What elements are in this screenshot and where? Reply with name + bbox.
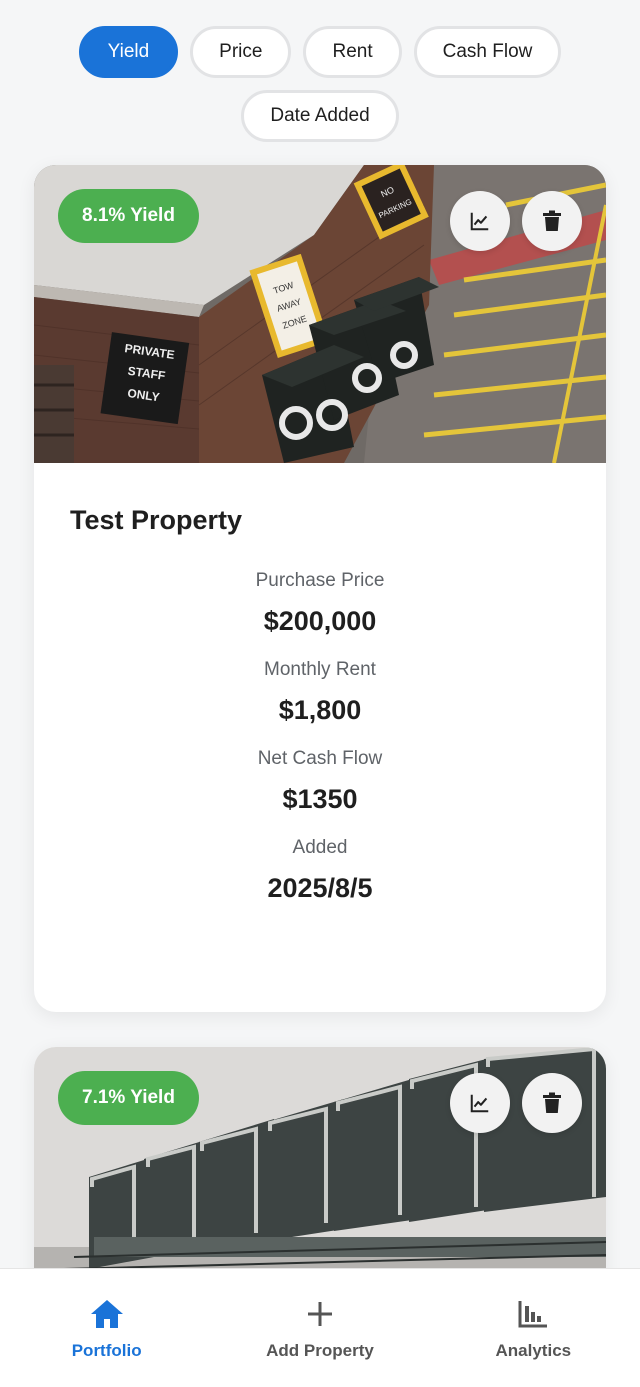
- sort-chip-cash-flow[interactable]: Cash Flow: [413, 26, 562, 78]
- home-icon: [90, 1297, 124, 1331]
- nav-label: Analytics: [495, 1341, 572, 1360]
- stat-label: Added: [292, 837, 348, 858]
- property-photo: PRIVATE STAFF ONLY TOW AWAY ZONE NO PARK…: [34, 165, 606, 463]
- property-card[interactable]: PRIVATE STAFF ONLY TOW AWAY ZONE NO PARK…: [34, 165, 606, 1012]
- stat-net-cash-flow: Net Cash Flow $1350: [70, 748, 570, 815]
- property-name: Test Property: [70, 505, 243, 535]
- sort-chip-yield[interactable]: Yield: [78, 26, 179, 78]
- stat-value: $200,000: [263, 606, 377, 636]
- sort-chip-rent[interactable]: Rent: [303, 26, 402, 78]
- stat-value: $1350: [282, 784, 358, 814]
- sort-chip-date-added[interactable]: Date Added: [241, 90, 399, 142]
- sort-chips: Yield Price Rent Cash Flow Date Added: [0, 26, 640, 142]
- photo-sign-private: PRIVATE STAFF ONLY: [100, 332, 190, 425]
- bottom-nav: Portfolio Add Property Analytics: [0, 1268, 640, 1387]
- nav-item-add-property[interactable]: Add Property: [213, 1269, 426, 1387]
- stat-label: Monthly Rent: [264, 659, 376, 680]
- nav-item-analytics[interactable]: Analytics: [427, 1269, 640, 1387]
- nav-item-portfolio[interactable]: Portfolio: [0, 1269, 213, 1387]
- line-chart-icon: [470, 1094, 489, 1113]
- sort-chip-price[interactable]: Price: [190, 26, 292, 78]
- stat-value: 2025/8/5: [267, 873, 373, 903]
- trash-icon: [543, 1092, 561, 1113]
- trash-icon: [543, 210, 561, 231]
- delete-button[interactable]: [522, 191, 582, 251]
- property-details: Test Property Purchase Price $200,000 Mo…: [34, 463, 606, 904]
- nav-label: Portfolio: [71, 1341, 142, 1360]
- yield-badge: 7.1% Yield: [58, 1071, 199, 1125]
- stat-purchase-price: Purchase Price $200,000: [70, 570, 570, 637]
- bar-chart-icon: [516, 1297, 550, 1331]
- plus-icon: [303, 1297, 337, 1331]
- stat-monthly-rent: Monthly Rent $1,800: [70, 659, 570, 726]
- line-chart-icon: [470, 212, 489, 231]
- analytics-button[interactable]: [450, 1073, 510, 1133]
- nav-label: Add Property: [266, 1341, 374, 1360]
- stat-label: Net Cash Flow: [257, 748, 383, 769]
- delete-button[interactable]: [522, 1073, 582, 1133]
- stat-value: $1,800: [278, 695, 362, 725]
- portfolio-screen: Yield Price Rent Cash Flow Date Added PR…: [0, 0, 640, 1387]
- yield-badge: 8.1% Yield: [58, 189, 199, 243]
- stat-label: Purchase Price: [255, 570, 385, 591]
- stat-added: Added 2025/8/5: [70, 837, 570, 904]
- analytics-button[interactable]: [450, 191, 510, 251]
